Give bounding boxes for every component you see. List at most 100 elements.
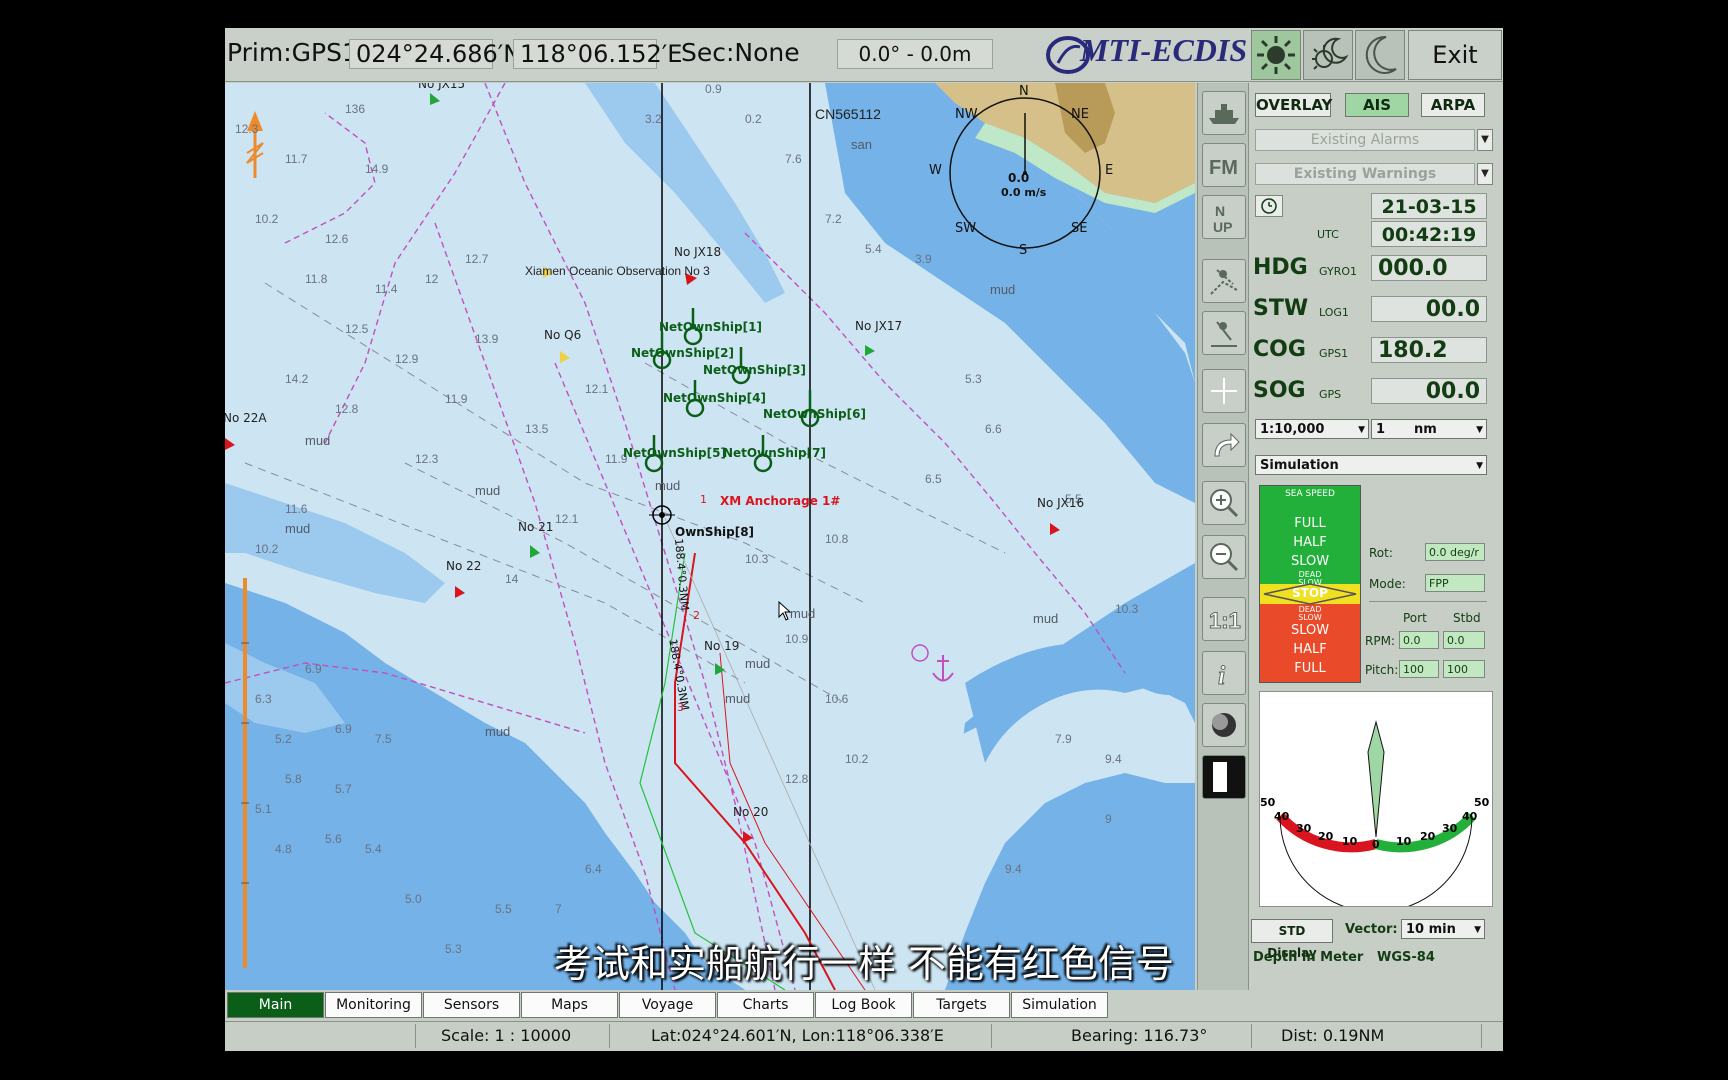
overlay-button[interactable]: OVERLAY (1255, 93, 1332, 117)
sog-label: SOG (1253, 378, 1306, 403)
svg-text:6.3: 6.3 (255, 692, 272, 706)
buoy-label-jx18: No JX18 (674, 245, 722, 259)
waypoint-label-1: 1 (700, 493, 707, 506)
crosshair-button[interactable] (1202, 369, 1246, 413)
ownship-center-button[interactable] (1202, 91, 1246, 135)
rudder-tick-zero: 0 (1372, 838, 1380, 851)
tab-simulation[interactable]: Simulation (1011, 992, 1108, 1018)
night-display-button[interactable] (1202, 703, 1246, 747)
tab-monitoring[interactable]: Monitoring (325, 992, 422, 1018)
redo-button[interactable] (1202, 423, 1246, 467)
nautical-chart[interactable]: 12.3 136 11.7 14.9 10.2 12.6 11.8 11.4 12 12.7… (225, 83, 1195, 990)
tab-main[interactable]: Main (227, 992, 324, 1018)
zoom-in-button[interactable] (1202, 481, 1246, 525)
arpa-button[interactable]: ARPA (1421, 93, 1485, 117)
buoy-label-20: No 20 (733, 805, 769, 819)
latitude-readout: 024°24.686′N (349, 39, 521, 69)
svg-text:5.8: 5.8 (285, 772, 302, 786)
ownship-label-6: NetOwnShip[6] (763, 407, 866, 421)
chart-toolbar: FM N UP 1:1 i (1197, 83, 1249, 990)
tab-maps[interactable]: Maps (521, 992, 618, 1018)
tab-charts[interactable]: Charts (717, 992, 814, 1018)
svg-text:4.8: 4.8 (275, 842, 292, 856)
rudder-tick-port-50: 50 (1260, 796, 1276, 809)
svg-text:7.9: 7.9 (1055, 732, 1072, 746)
day-mode-button[interactable] (1251, 30, 1301, 80)
compass-speed: 0.0 m/s (1001, 186, 1047, 199)
display-mode-button[interactable] (1202, 755, 1246, 799)
svg-text:14.2: 14.2 (285, 372, 309, 386)
rudder-tick-port-30: 30 (1296, 822, 1312, 835)
warnings-chevron-icon[interactable]: ▼ (1477, 163, 1493, 185)
dusk-mode-button[interactable] (1303, 30, 1353, 80)
rudder-tick-stbd-50: 50 (1474, 796, 1490, 809)
hdg-value: 000.0 (1371, 255, 1487, 281)
sog-value: 00.0 (1371, 378, 1487, 404)
one-to-one-button[interactable]: 1:1 (1202, 597, 1246, 641)
svg-text:7: 7 (555, 902, 562, 916)
scale-select[interactable]: 1:10,000 ▼ (1255, 419, 1369, 439)
fm-button[interactable]: FM (1202, 143, 1246, 187)
svg-text:10.8: 10.8 (825, 532, 849, 546)
svg-text:9.4: 9.4 (1005, 862, 1022, 876)
north-up-button[interactable]: N UP (1202, 195, 1246, 239)
route-edit-button[interactable] (1202, 311, 1246, 355)
tab-log-book[interactable]: Log Book (815, 992, 912, 1018)
sun-icon (1257, 36, 1295, 74)
status-scale: Scale: 1 : 10000 (437, 1024, 610, 1048)
mode-select[interactable]: Simulation ▼ (1255, 455, 1487, 475)
existing-alarms-dropdown[interactable]: Existing Alarms (1255, 129, 1475, 151)
rudder-needle (1367, 720, 1385, 838)
zoom-out-button[interactable] (1202, 535, 1246, 579)
offset-readout: 0.0° - 0.0m (837, 39, 993, 69)
svg-text:7.2: 7.2 (825, 212, 842, 226)
svg-text:12.8: 12.8 (335, 402, 359, 416)
rudder-tick-stbd-10: 10 (1396, 835, 1412, 848)
svg-text:9.4: 9.4 (1105, 752, 1122, 766)
redo-icon (1214, 432, 1240, 457)
stw-label: STW (1253, 296, 1309, 321)
ais-button[interactable]: AIS (1345, 93, 1409, 117)
svg-text:5.7: 5.7 (335, 782, 352, 796)
rot-label: Rot: (1369, 546, 1393, 560)
info-panel: OVERLAY AIS ARPA Existing Alarms ▼ Exist… (1249, 83, 1503, 991)
svg-text:10.9: 10.9 (785, 632, 809, 646)
clock-button[interactable] (1255, 195, 1283, 217)
std-display-button[interactable]: STD Display (1251, 919, 1333, 960)
alarms-chevron-icon[interactable]: ▼ (1477, 129, 1493, 151)
svg-text:10.2: 10.2 (845, 752, 869, 766)
pitch-port-value: 100 (1399, 660, 1439, 678)
tab-targets[interactable]: Targets (913, 992, 1010, 1018)
svg-text:12.1: 12.1 (585, 382, 609, 396)
route-tool-button[interactable] (1202, 259, 1246, 303)
svg-text:FM: FM (1209, 157, 1238, 179)
svg-text:mud: mud (790, 606, 815, 621)
existing-warnings-dropdown[interactable]: Existing Warnings (1255, 163, 1475, 185)
tab-sensors[interactable]: Sensors (423, 992, 520, 1018)
svg-text:mud: mud (285, 521, 310, 536)
svg-text:5.3: 5.3 (445, 942, 462, 956)
tab-voyage-planner[interactable]: Voyage Planner (619, 992, 716, 1037)
anchorage-label: XM Anchorage 1# (720, 494, 841, 508)
engine-telegraph[interactable]: SEA SPEED FULL HALF SLOW DEAD SLOW STOP … (1259, 485, 1361, 683)
svg-text:13.9: 13.9 (475, 332, 499, 346)
cog-value: 180.2 (1371, 337, 1487, 363)
range-select[interactable]: 1 nm ▼ (1371, 419, 1487, 439)
compass-w: W (929, 163, 942, 178)
cell-id: CN565112 (815, 106, 881, 122)
port-label: Port (1403, 611, 1427, 625)
info-button[interactable]: i (1202, 651, 1246, 695)
svg-text:10.3: 10.3 (1115, 602, 1139, 616)
buoy-label-jx15: No JX15 (418, 83, 466, 91)
svg-text:11.7: 11.7 (285, 152, 308, 166)
exit-button[interactable]: Exit (1408, 30, 1502, 80)
telegraph-astern-half: HALF (1293, 642, 1327, 657)
svg-text:12.6: 12.6 (325, 232, 349, 246)
display-mode-icon (1213, 762, 1227, 792)
vector-select[interactable]: 10 min ▼ (1401, 919, 1485, 939)
time-readout: 00:42:19 (1371, 221, 1487, 247)
compass-s: S (1019, 243, 1028, 258)
cog-label: COG (1253, 337, 1306, 362)
ownship-label-7: NetOwnShip[7] (723, 446, 826, 460)
night-mode-button[interactable] (1355, 30, 1405, 80)
